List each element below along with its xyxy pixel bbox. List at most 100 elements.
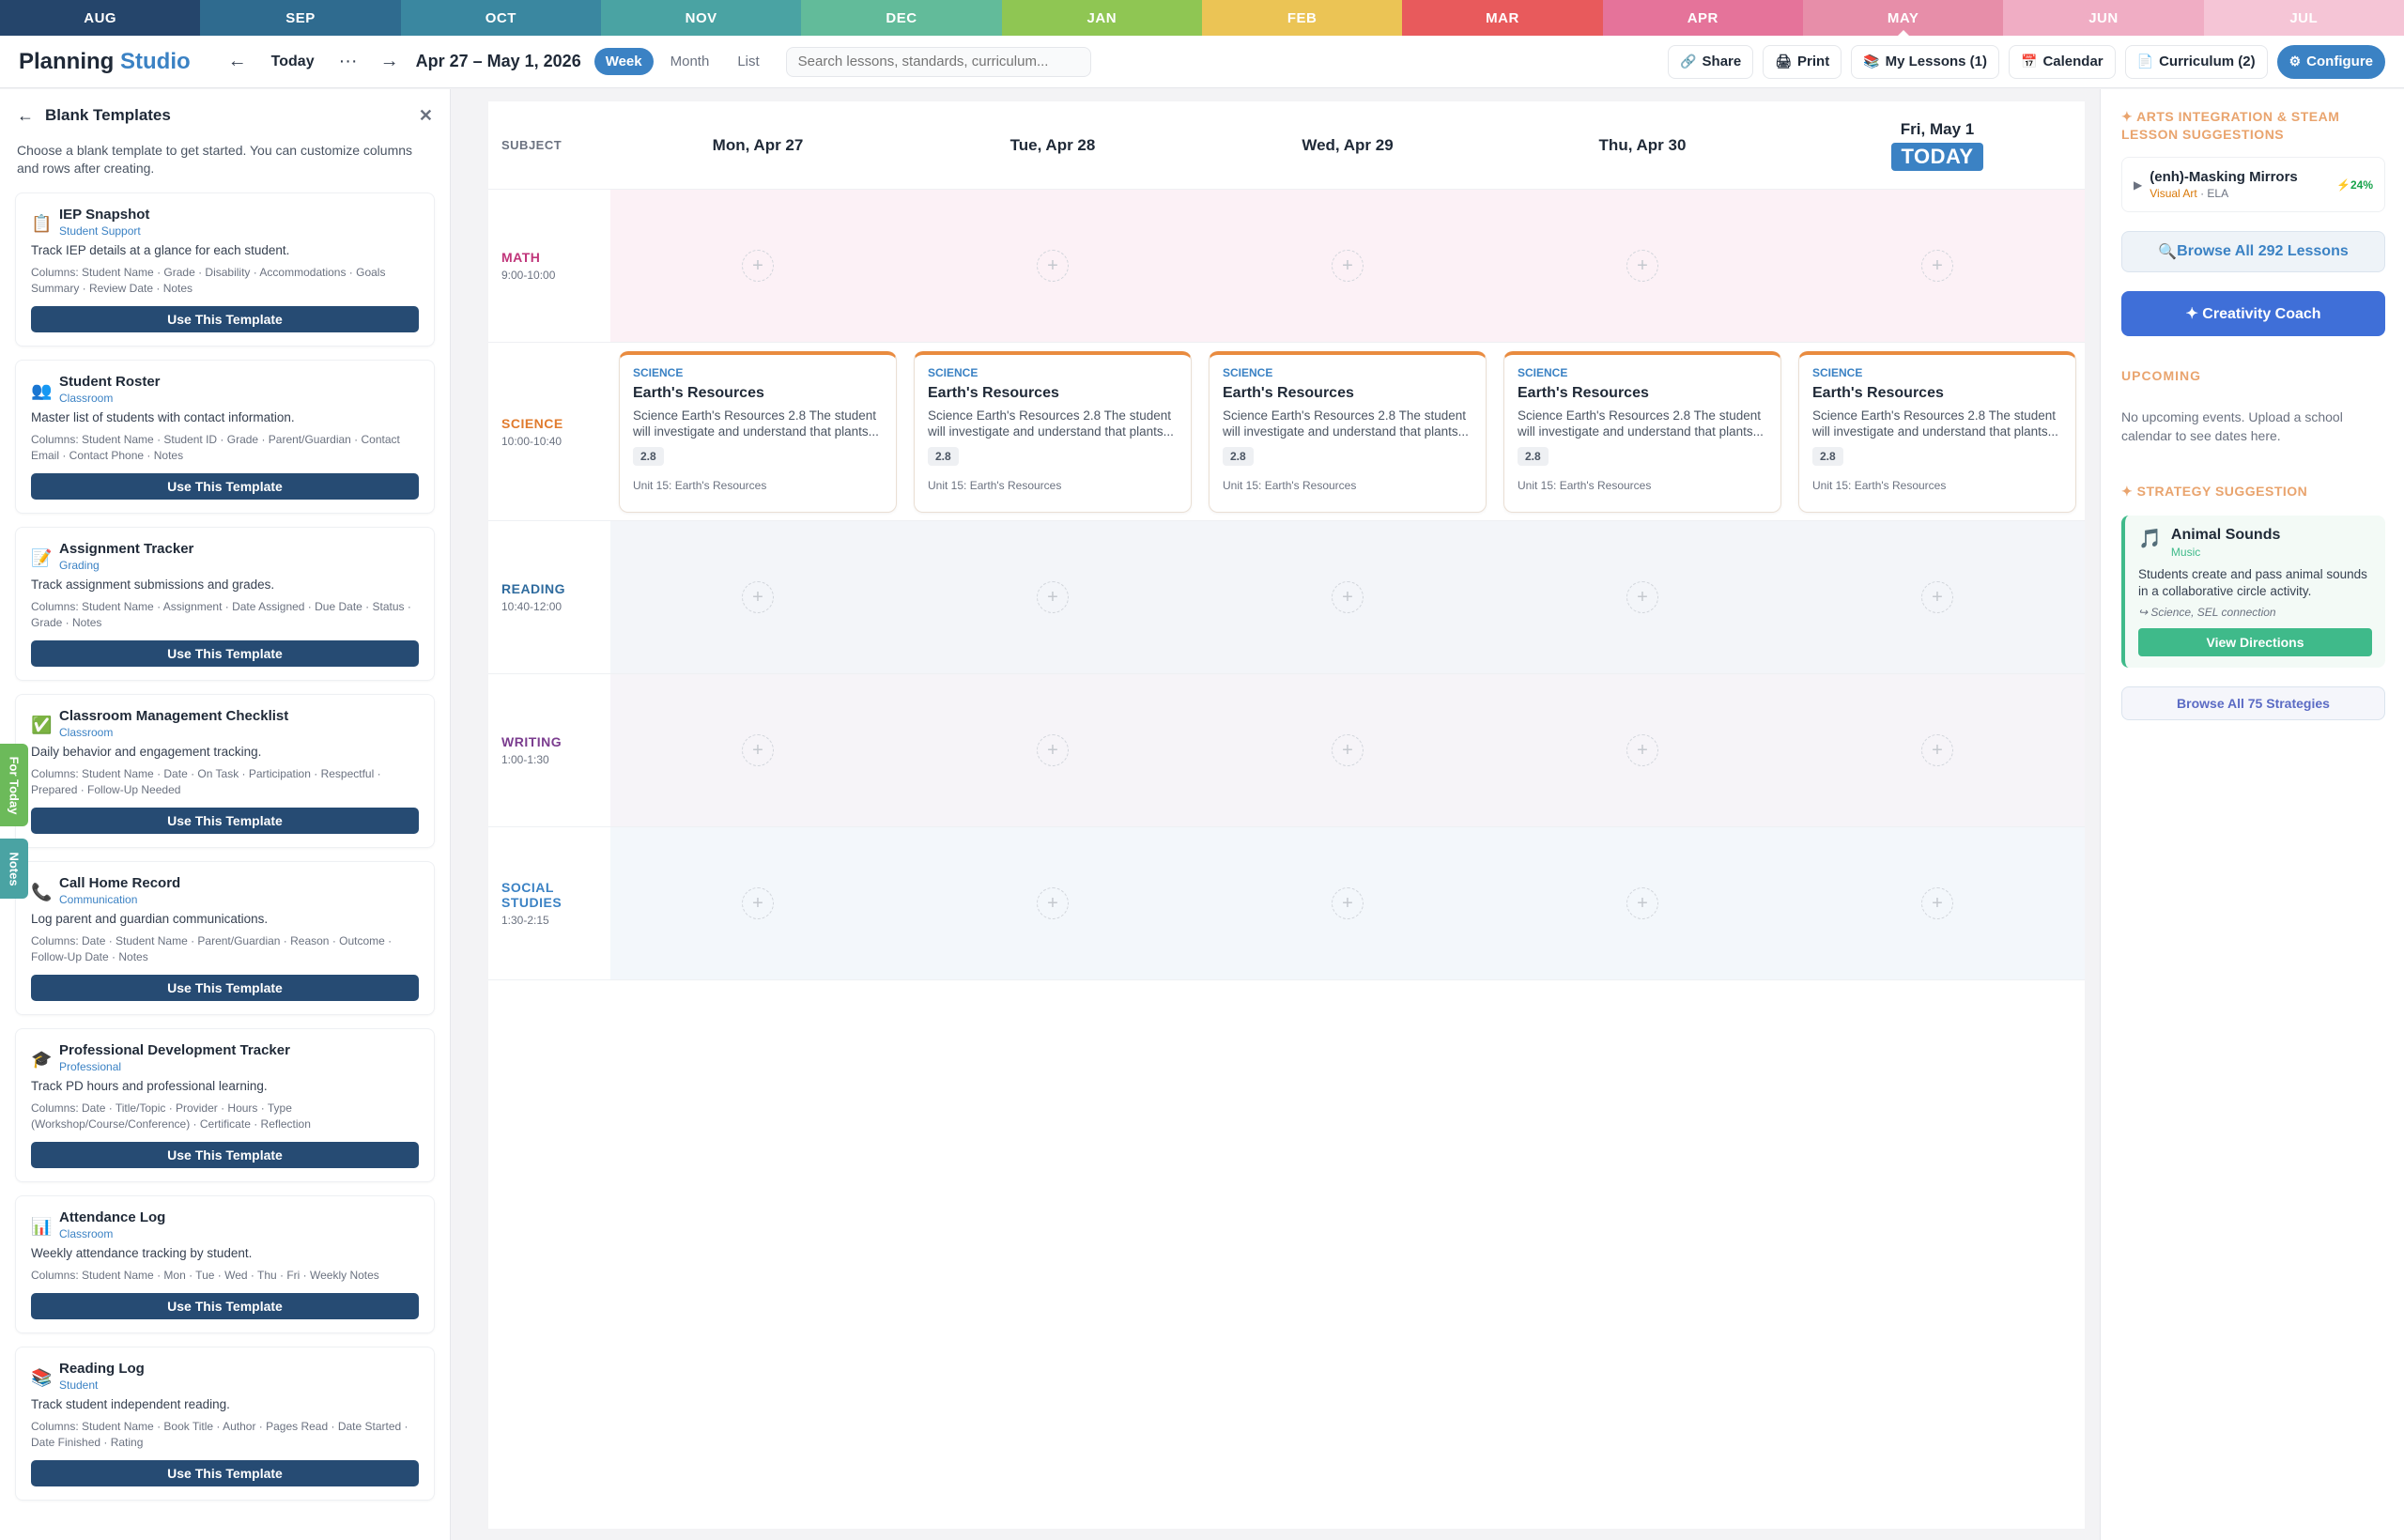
play-icon[interactable]: ▶ — [2134, 178, 2142, 192]
calendar-cell[interactable]: + — [610, 827, 905, 979]
month-tab-sep[interactable]: SEP — [200, 0, 401, 36]
back-arrow-icon[interactable]: ← — [17, 106, 34, 126]
calendar-cell[interactable]: SCIENCE Earth's Resources Science Earth's … — [1790, 343, 2085, 520]
lesson-card[interactable]: SCIENCE Earth's Resources Science Earth's … — [914, 350, 1192, 513]
use-template-button[interactable]: Use This Template — [31, 808, 419, 834]
lesson-card[interactable]: SCIENCE Earth's Resources Science Earth's … — [1209, 350, 1487, 513]
share-button[interactable]: 🔗 Share — [1668, 44, 1754, 79]
add-lesson-icon[interactable]: + — [1332, 250, 1364, 282]
add-lesson-icon[interactable]: + — [1037, 581, 1069, 613]
add-lesson-icon[interactable]: + — [1921, 734, 1953, 766]
lesson-card[interactable]: SCIENCE Earth's Resources Science Earth's … — [619, 350, 897, 513]
lesson-card[interactable]: SCIENCE Earth's Resources Science Earth's … — [1503, 350, 1781, 513]
add-lesson-icon[interactable]: + — [1626, 734, 1658, 766]
calendar-cell[interactable]: + — [1200, 521, 1495, 673]
month-tab-jun[interactable]: JUN — [2003, 0, 2204, 36]
use-template-button[interactable]: Use This Template — [31, 1142, 419, 1168]
add-lesson-icon[interactable]: + — [742, 581, 774, 613]
month-tab-nov[interactable]: NOV — [600, 0, 802, 36]
month-tab-mar[interactable]: MAR — [1402, 0, 1603, 36]
view-list-tab[interactable]: List — [726, 48, 770, 75]
month-tab-jul[interactable]: JUL — [2203, 0, 2404, 36]
lesson-suggestion-card[interactable]: ▶ (enh)-Masking Mirrors Visual Art · ELA… — [2121, 157, 2385, 212]
calendar-cell[interactable]: + — [1790, 521, 2085, 673]
calendar-cell[interactable]: + — [610, 674, 905, 826]
creativity-coach-button[interactable]: ✦ Creativity Coach — [2121, 291, 2385, 336]
header-actions: 🔗 Share 🖨 Print 📚 My Lessons (1) 📅 Calendar … — [1668, 44, 2385, 79]
calendar-cell[interactable]: + — [905, 827, 1200, 979]
calendar-cell[interactable]: + — [1200, 827, 1495, 979]
today-button[interactable]: Today — [258, 48, 328, 76]
print-button[interactable]: 🖨 Print — [1763, 44, 1842, 79]
use-template-button[interactable]: Use This Template — [31, 1293, 419, 1319]
add-lesson-icon[interactable]: + — [742, 887, 774, 919]
suggestion-art: Visual Art — [2150, 187, 2197, 200]
calendar-icon: 📅 — [2021, 54, 2038, 69]
add-lesson-icon[interactable]: + — [1332, 734, 1364, 766]
configure-button[interactable]: ⚙ Configure — [2276, 44, 2385, 79]
template-name: Call Home Record — [59, 875, 181, 891]
subject-row: WRITING 1:00-1:30 + + + + + — [488, 674, 2085, 827]
month-tab-aug[interactable]: AUG — [0, 0, 201, 36]
use-template-button[interactable]: Use This Template — [31, 975, 419, 1001]
prev-week-button[interactable]: ← — [217, 51, 258, 72]
month-tab-feb[interactable]: FEB — [1201, 0, 1403, 36]
week-calendar: SUBJECT Mon, Apr 27 Tue, Apr 28 Wed, Apr 2… — [488, 101, 2085, 1529]
use-template-button[interactable]: Use This Template — [31, 473, 419, 500]
calendar-cell[interactable]: + — [1200, 190, 1495, 342]
next-week-button[interactable]: → — [369, 51, 410, 72]
more-button[interactable]: ··· — [328, 51, 369, 72]
curriculum-button[interactable]: 📄 Curriculum (2) — [2124, 44, 2268, 79]
for-today-tab[interactable]: For Today — [0, 744, 28, 826]
calendar-cell[interactable]: SCIENCE Earth's Resources Science Earth's … — [905, 343, 1200, 520]
calendar-cell[interactable]: + — [1200, 674, 1495, 826]
add-lesson-icon[interactable]: + — [1921, 250, 1953, 282]
add-lesson-icon[interactable]: + — [1037, 250, 1069, 282]
notes-tab[interactable]: Notes — [0, 839, 28, 899]
view-month-tab[interactable]: Month — [659, 48, 721, 75]
view-week-tab[interactable]: Week — [593, 48, 654, 75]
month-tab-jan[interactable]: JAN — [1001, 0, 1202, 36]
add-lesson-icon[interactable]: + — [1626, 581, 1658, 613]
use-template-button[interactable]: Use This Template — [31, 1460, 419, 1486]
my-lessons-button[interactable]: 📚 My Lessons (1) — [1851, 44, 2000, 79]
calendar-cell[interactable]: + — [610, 521, 905, 673]
calendar-cell[interactable]: + — [905, 190, 1200, 342]
browse-lessons-button[interactable]: 🔍 Browse All 292 Lessons — [2121, 231, 2385, 272]
calendar-cell[interactable]: + — [1495, 827, 1790, 979]
calendar-cell[interactable]: + — [1495, 190, 1790, 342]
calendar-button[interactable]: 📅 Calendar — [2009, 44, 2116, 79]
use-template-button[interactable]: Use This Template — [31, 306, 419, 332]
add-lesson-icon[interactable]: + — [1921, 581, 1953, 613]
calendar-cell[interactable]: SCIENCE Earth's Resources Science Earth's … — [1495, 343, 1790, 520]
calendar-cell[interactable]: SCIENCE Earth's Resources Science Earth's … — [1200, 343, 1495, 520]
add-lesson-icon[interactable]: + — [1332, 581, 1364, 613]
use-template-button[interactable]: Use This Template — [31, 640, 419, 667]
calendar-cell[interactable]: + — [1495, 674, 1790, 826]
add-lesson-icon[interactable]: + — [742, 734, 774, 766]
add-lesson-icon[interactable]: + — [1626, 250, 1658, 282]
calendar-cell[interactable]: + — [905, 521, 1200, 673]
month-tab-dec[interactable]: DEC — [801, 0, 1002, 36]
calendar-cell[interactable]: + — [1790, 190, 2085, 342]
search-input[interactable] — [785, 46, 1091, 77]
month-tab-may[interactable]: MAY — [1802, 0, 2004, 37]
add-lesson-icon[interactable]: + — [1332, 887, 1364, 919]
calendar-cell[interactable]: + — [1790, 674, 2085, 826]
browse-strategies-button[interactable]: Browse All 75 Strategies — [2121, 686, 2385, 720]
month-tab-apr[interactable]: APR — [1602, 0, 1803, 36]
add-lesson-icon[interactable]: + — [1037, 734, 1069, 766]
lesson-card[interactable]: SCIENCE Earth's Resources Science Earth's … — [1798, 350, 2076, 513]
view-directions-button[interactable]: View Directions — [2138, 628, 2372, 656]
calendar-cell[interactable]: + — [1495, 521, 1790, 673]
calendar-cell[interactable]: SCIENCE Earth's Resources Science Earth's … — [610, 343, 905, 520]
calendar-cell[interactable]: + — [1790, 827, 2085, 979]
calendar-cell[interactable]: + — [610, 190, 905, 342]
add-lesson-icon[interactable]: + — [1037, 887, 1069, 919]
add-lesson-icon[interactable]: + — [1921, 887, 1953, 919]
calendar-cell[interactable]: + — [905, 674, 1200, 826]
add-lesson-icon[interactable]: + — [742, 250, 774, 282]
month-tab-oct[interactable]: OCT — [400, 0, 601, 36]
close-icon[interactable]: ✕ — [419, 106, 433, 126]
add-lesson-icon[interactable]: + — [1626, 887, 1658, 919]
